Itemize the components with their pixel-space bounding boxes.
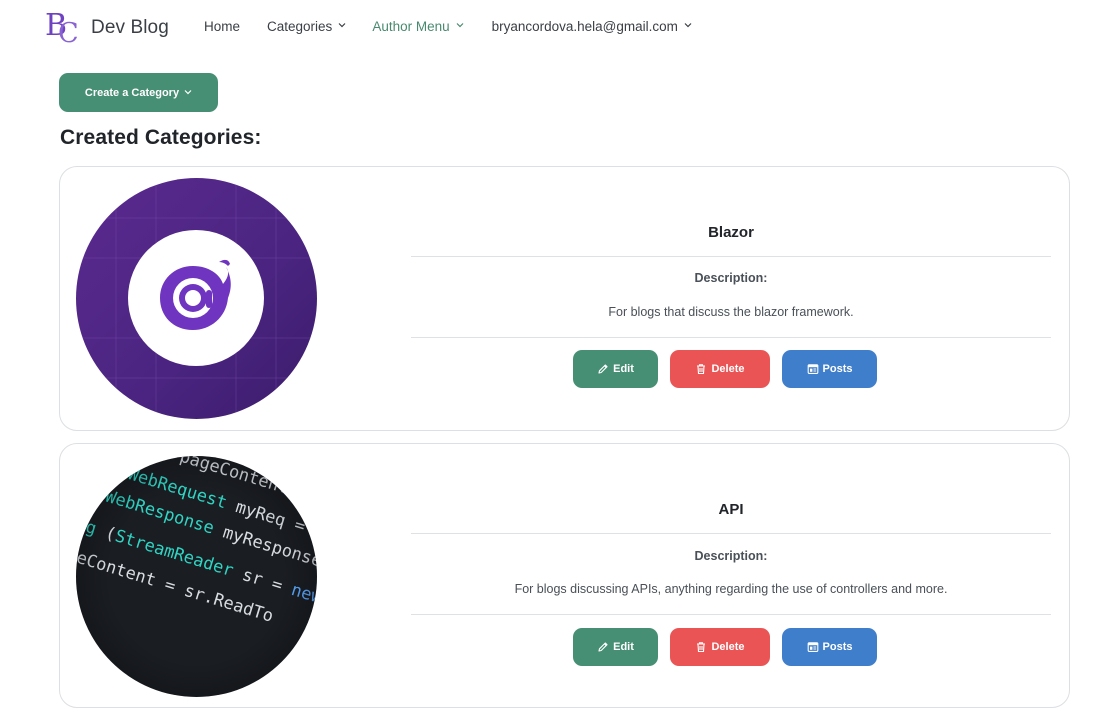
- category-name: API: [718, 501, 744, 518]
- category-info: API Description: For blogs discussing AP…: [411, 444, 1051, 707]
- posts-label: Posts: [822, 363, 853, 375]
- chevron-down-icon: [184, 88, 192, 96]
- chevron-down-icon: [338, 21, 346, 29]
- brand-name: Dev Blog: [91, 17, 169, 38]
- create-category-label: Create a Category: [84, 86, 180, 99]
- posts-button[interactable]: Posts: [782, 628, 877, 666]
- code-screen-image: pageContent = null; tpWebRequest myReq =…: [76, 456, 317, 697]
- edit-label: Edit: [613, 641, 634, 653]
- category-description: For blogs that discuss the blazor framew…: [608, 305, 854, 319]
- chevron-down-icon: [684, 21, 692, 29]
- description-label: Description:: [694, 271, 768, 285]
- posts-label: Posts: [822, 641, 853, 653]
- blazor-logo-icon: [76, 178, 317, 419]
- edit-button[interactable]: Edit: [573, 628, 658, 666]
- create-category-dropdown-button[interactable]: Create a Category: [59, 73, 218, 112]
- delete-label: Delete: [711, 363, 745, 375]
- delete-button[interactable]: Delete: [670, 628, 770, 666]
- nav-links: Home Categories Author Menu bryancordova…: [204, 19, 692, 34]
- nav-home-link[interactable]: Home: [204, 19, 240, 34]
- category-image: [76, 178, 317, 419]
- divider: [411, 533, 1051, 534]
- top-navbar: BC Dev Blog Home Categories Author Menu …: [0, 0, 1101, 56]
- category-name: Blazor: [708, 224, 754, 241]
- brand-link[interactable]: BC Dev Blog: [45, 8, 169, 49]
- category-info: Blazor Description: For blogs that discu…: [411, 167, 1051, 430]
- category-description: For blogs discussing APIs, anything rega…: [514, 582, 948, 596]
- category-card: Blazor Description: For blogs that discu…: [59, 166, 1070, 431]
- category-image: pageContent = null; tpWebRequest myReq =…: [76, 456, 317, 697]
- brand-logo-icon: BC: [45, 8, 79, 49]
- trash-icon: [697, 364, 706, 375]
- delete-button[interactable]: Delete: [670, 350, 770, 388]
- edit-button[interactable]: Edit: [573, 350, 658, 388]
- posts-button[interactable]: Posts: [782, 350, 877, 388]
- divider: [411, 614, 1051, 615]
- edit-label: Edit: [613, 363, 634, 375]
- divider: [411, 337, 1051, 338]
- nav-categories-label: Categories: [267, 19, 333, 34]
- page-title: Created Categories:: [60, 126, 262, 149]
- category-card: pageContent = null; tpWebRequest myReq =…: [59, 443, 1070, 708]
- trash-icon: [697, 642, 706, 653]
- pencil-icon: [598, 364, 608, 374]
- chevron-down-icon: [456, 21, 464, 29]
- nav-user-dropdown[interactable]: bryancordova.hela@gmail.com: [492, 19, 692, 34]
- nav-user-email: bryancordova.hela@gmail.com: [491, 19, 678, 34]
- category-actions: Edit Delete Posts: [411, 350, 1051, 388]
- delete-label: Delete: [711, 641, 745, 653]
- category-actions: Edit Delete Posts: [411, 628, 1051, 666]
- nav-categories-dropdown[interactable]: Categories: [267, 19, 346, 34]
- description-label: Description:: [694, 549, 768, 563]
- posts-icon: [807, 642, 818, 652]
- posts-icon: [807, 364, 818, 374]
- nav-author-menu-dropdown[interactable]: Author Menu: [372, 19, 464, 34]
- nav-author-menu-label: Author Menu: [372, 19, 450, 34]
- pencil-icon: [598, 642, 608, 652]
- divider: [411, 256, 1051, 257]
